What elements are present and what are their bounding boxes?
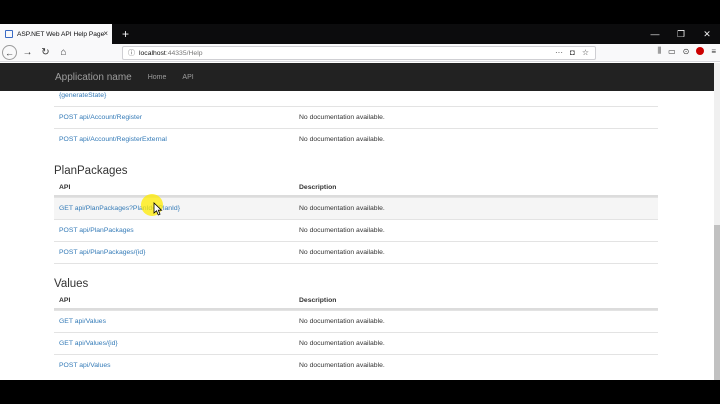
nav-home-link[interactable]: Home [148, 74, 167, 81]
api-link[interactable]: GET api/Values [54, 318, 299, 325]
table-row: POST api/PlanPackages/{id} No documentat… [54, 241, 658, 263]
header-api: API [59, 184, 71, 191]
address-bar[interactable]: ⓘ localhost:44335/Help ··· ◘ ☆ [122, 46, 596, 60]
api-description: No documentation available. [299, 249, 385, 256]
site-info-icon[interactable]: ⓘ [128, 48, 135, 58]
url-path: :44335/Help [165, 49, 203, 57]
table-header: API Description [54, 293, 658, 310]
table-row: POST api/Account/Register No documentati… [54, 106, 658, 128]
header-api: API [59, 297, 71, 304]
api-link[interactable]: GET api/Values/{id} [54, 340, 299, 347]
api-description: No documentation available. [299, 340, 385, 347]
table-row: {generateState} [54, 91, 658, 106]
table-header: API Description [54, 180, 658, 197]
reload-icon[interactable]: ↻ [38, 45, 53, 60]
api-description: No documentation available. [299, 227, 385, 234]
account-icon[interactable] [696, 47, 705, 55]
scrollbar-thumb[interactable] [714, 225, 720, 380]
help-content: {generateState} POST api/Account/Registe… [54, 91, 658, 376]
page-favicon-icon [5, 30, 13, 38]
library-icon[interactable]: ⫼ [657, 46, 661, 56]
tab-bar: ASP.NET Web API Help Page × + — ❐ ✕ [0, 24, 720, 44]
api-description: No documentation available. [299, 205, 385, 212]
table-row: GET api/Values No documentation availabl… [54, 310, 658, 332]
back-arrow-icon[interactable]: ← [2, 45, 17, 60]
tab-title: ASP.NET Web API Help Page [17, 30, 105, 38]
url-host: localhost [139, 49, 166, 57]
api-link[interactable]: POST api/Account/RegisterExternal [54, 136, 299, 143]
api-link[interactable]: GET api/PlanPackages?PlanId={PlanId} [54, 205, 299, 212]
page-actions-icon[interactable]: ··· [555, 48, 563, 57]
app-navbar: Application name Home API [0, 63, 714, 91]
api-description: No documentation available. [299, 362, 385, 369]
api-description: No documentation available. [299, 114, 385, 121]
bookmark-star-icon[interactable]: ☆ [582, 48, 589, 57]
api-link[interactable]: POST api/Values [54, 362, 299, 369]
api-link[interactable]: POST api/PlanPackages [54, 227, 299, 234]
table-row: POST api/Values No documentation availab… [54, 354, 658, 376]
letterbox-bar [0, 380, 720, 404]
table-row: POST api/PlanPackages No documentation a… [54, 219, 658, 241]
extension-icon[interactable]: ⊙ [683, 47, 690, 56]
api-link[interactable]: POST api/Account/Register [54, 114, 299, 121]
sidebar-icon[interactable]: ▭ [668, 47, 676, 56]
section-title-planpackages: PlanPackages [54, 165, 128, 177]
mouse-cursor-icon [153, 202, 163, 216]
active-tab[interactable]: ASP.NET Web API Help Page × [0, 24, 112, 44]
new-tab-icon[interactable]: + [122, 24, 129, 44]
menu-icon[interactable]: ≡ [711, 47, 716, 56]
window-controls: — ❐ ✕ [642, 24, 720, 44]
toolbar-buttons: ⫼ ▭ ⊙ ≡ [657, 46, 716, 56]
pocket-icon[interactable]: ◘ [570, 48, 575, 57]
section-title-values: Values [54, 263, 658, 293]
table-row: POST api/Account/RegisterExternal No doc… [54, 128, 658, 150]
url-actions: ··· ◘ ☆ [555, 48, 589, 57]
forward-arrow-icon[interactable]: → [20, 45, 35, 60]
close-window-icon[interactable]: ✕ [694, 24, 720, 44]
api-description: No documentation available. [299, 136, 385, 143]
minimize-icon[interactable]: — [642, 24, 668, 44]
api-link[interactable]: {generateState} [54, 92, 299, 99]
api-description: No documentation available. [299, 318, 385, 325]
restore-icon[interactable]: ❐ [668, 24, 694, 44]
home-icon[interactable]: ⌂ [56, 45, 71, 60]
navigation-toolbar: ← → ↻ ⌂ ⓘ localhost:44335/Help ··· ◘ ☆ ⫼… [0, 44, 720, 62]
app-brand[interactable]: Application name [55, 72, 132, 83]
nav-api-link[interactable]: API [182, 74, 193, 81]
api-link[interactable]: POST api/PlanPackages/{id} [54, 249, 299, 256]
header-description: Description [299, 184, 337, 191]
header-description: Description [299, 297, 337, 304]
table-row: GET api/Values/{id} No documentation ava… [54, 332, 658, 354]
tab-close-icon[interactable]: × [103, 29, 108, 39]
